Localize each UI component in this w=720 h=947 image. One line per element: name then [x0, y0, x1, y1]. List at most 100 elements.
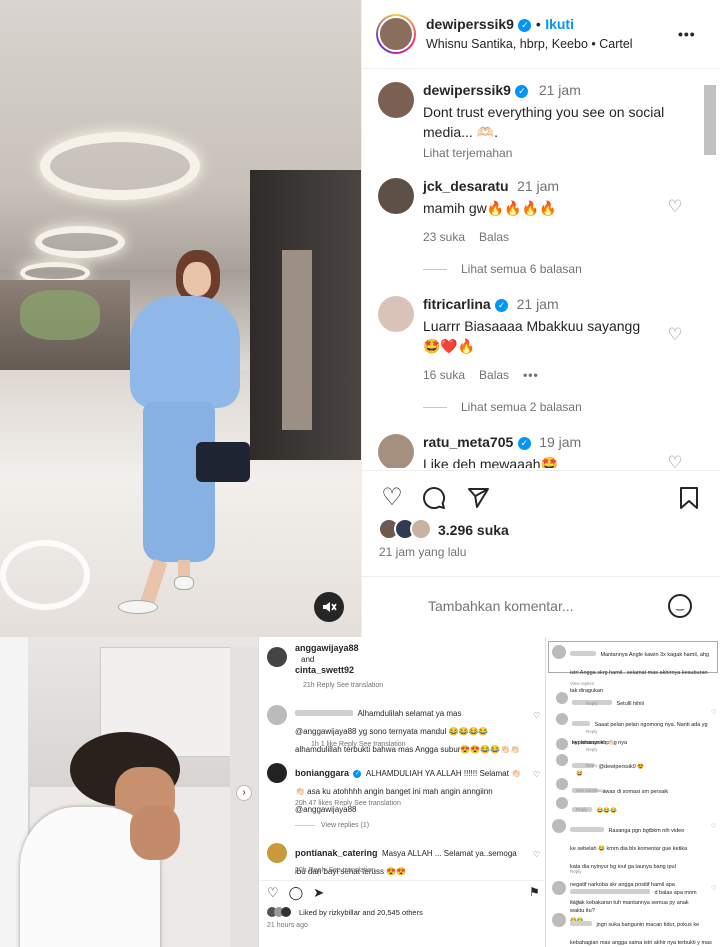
- chandelier: [40, 132, 200, 200]
- reply-button[interactable]: Balas: [479, 368, 509, 382]
- comment: bonianggara ✓ ALHAMDULIAH YA ALLAH !!!!!…: [295, 763, 525, 817]
- scrollbar-thumb[interactable]: [704, 85, 716, 155]
- comment-clip: ratu_meta705 ✓ 19 jam Like deh mewaaah🤩 …: [362, 430, 720, 468]
- post-location[interactable]: Whisnu Santika, hbrp, Keebo • Cartel: [426, 37, 633, 51]
- comment: Mantannya Angle kawin 3x kagak hamil, ah…: [570, 651, 709, 694]
- caption-username[interactable]: dewiperssik9: [423, 82, 511, 98]
- comment-meta: 1h 1 like Reply See translation: [311, 741, 406, 748]
- handbag: [196, 442, 250, 482]
- comment-text: Like deh mewaaah🤩: [423, 456, 558, 468]
- comment-like-heart-icon[interactable]: ♡: [666, 198, 684, 216]
- avatar: [556, 754, 568, 766]
- more-options-icon[interactable]: •••: [678, 26, 696, 42]
- divider: [362, 470, 720, 471]
- author-username[interactable]: dewiperssik9: [426, 16, 514, 32]
- like-heart-icon[interactable]: ♡: [533, 770, 540, 779]
- shoe: [174, 576, 194, 590]
- comment-text: mamih gw🔥🔥🔥🔥: [423, 200, 557, 216]
- comment-bubble-icon[interactable]: [422, 486, 446, 515]
- avatar: [552, 645, 566, 659]
- avatar: [556, 797, 568, 809]
- mute-button[interactable]: [314, 592, 344, 622]
- caption-avatar[interactable]: [378, 82, 414, 118]
- post-timestamp: 21 jam yang lalu: [379, 545, 467, 559]
- comment-username[interactable]: fitricarlina: [423, 296, 491, 312]
- post-panel: dewiperssik9 ✓ • Ikuti Whisnu Santika, h…: [361, 0, 720, 637]
- comment: d balas apa mom waktu itu?: [570, 889, 697, 914]
- like-heart-icon[interactable]: ♡: [267, 885, 279, 901]
- comment-avatar[interactable]: [378, 434, 414, 468]
- follow-button[interactable]: Ikuti: [545, 16, 574, 32]
- comment-time: 21 jam: [517, 178, 560, 194]
- comment-likes[interactable]: 23 suka: [423, 230, 465, 244]
- save-bookmark-icon[interactable]: ⚑: [529, 885, 540, 899]
- avatar: [267, 843, 287, 863]
- avatar: [267, 647, 287, 667]
- comment-meta: 20h 47 likes Reply See translation: [295, 800, 401, 807]
- divider: [362, 576, 720, 577]
- caption-time: 21 jam: [538, 82, 581, 98]
- comment-username[interactable]: jck_desaratu: [423, 178, 509, 194]
- post-video[interactable]: [0, 0, 361, 637]
- floor-reflection: [0, 540, 90, 610]
- avatar: [552, 913, 566, 927]
- comment-username[interactable]: ratu_meta705: [423, 434, 513, 450]
- verified-badge-icon: ✓: [515, 85, 529, 98]
- comment-likes[interactable]: 16 suka: [423, 368, 465, 382]
- comment-time: 21 jam: [516, 296, 559, 312]
- like-count[interactable]: 3.296 suka: [438, 522, 509, 538]
- comment-bubble-icon[interactable]: ◯: [289, 885, 304, 901]
- verified-badge-icon: ✓: [353, 770, 362, 778]
- like-heart-icon[interactable]: ♡: [533, 850, 540, 859]
- chandelier: [35, 226, 125, 258]
- avatar: [556, 713, 568, 725]
- share-send-icon[interactable]: ➤: [313, 885, 324, 901]
- comment-time: 19 jam: [539, 434, 582, 450]
- comments-screenshot: anggawijaya88 and cinta_swett92 21h Repl…: [258, 637, 545, 947]
- liked-by-text[interactable]: Liked by rizkybillar and 20,545 others: [299, 908, 423, 917]
- comments-screenshot-2: Mantannya Angle kawin 3x kagak hamil, ah…: [545, 637, 720, 947]
- save-bookmark-icon[interactable]: [678, 486, 700, 515]
- view-replies-button[interactable]: View replies (1): [295, 822, 369, 829]
- comment-like-heart-icon[interactable]: ♡: [666, 454, 684, 469]
- post-timestamp: 21 hours ago: [267, 922, 308, 929]
- comment: ratu_meta705 ✓ 19 jam Like deh mewaaah🤩: [423, 434, 683, 468]
- comment-avatar[interactable]: [378, 178, 414, 214]
- view-replies-button[interactable]: Lihat semua 2 balasan: [423, 400, 582, 414]
- see-translation-link[interactable]: Lihat terjemahan: [423, 146, 698, 160]
- caption: dewiperssik9 ✓ 21 jam Dont trust everyth…: [423, 82, 698, 160]
- verified-badge-icon: ✓: [518, 19, 532, 32]
- comment-username: pontianak_catering: [295, 848, 378, 858]
- verified-badge-icon: ✓: [495, 299, 509, 312]
- avatar: [556, 692, 568, 704]
- comment-avatar[interactable]: [378, 296, 414, 332]
- view-replies-button[interactable]: Lihat semua 6 balasan: [423, 262, 582, 276]
- add-comment-input[interactable]: [428, 594, 658, 618]
- like-heart-icon[interactable]: ♡: [378, 484, 406, 512]
- add-comment-row: [378, 592, 404, 618]
- plants: [20, 290, 100, 340]
- liker-avatars[interactable]: [378, 518, 432, 540]
- comment-more-icon[interactable]: •••: [523, 368, 539, 382]
- reply-button[interactable]: Balas: [479, 230, 509, 244]
- like-heart-icon[interactable]: ♡: [533, 711, 540, 720]
- avatar: [556, 738, 568, 750]
- chevron-right-icon[interactable]: ›: [236, 785, 252, 801]
- share-send-icon[interactable]: [466, 486, 490, 515]
- video-thumbnail[interactable]: ›: [0, 637, 258, 947]
- post-header: dewiperssik9 ✓ • Ikuti: [426, 16, 574, 32]
- comment: jck_desaratu 21 jam mamih gw🔥🔥🔥🔥 23 suka…: [423, 178, 683, 244]
- avatar: [267, 763, 287, 783]
- author-avatar[interactable]: [376, 14, 416, 54]
- divider: [362, 68, 720, 69]
- comment-meta: 21h Reply See translation: [303, 682, 384, 689]
- comment-like-heart-icon[interactable]: ♡: [666, 326, 684, 344]
- wall-niche: [282, 250, 312, 430]
- like-heart-icon[interactable]: ♡: [711, 823, 716, 830]
- liker-avatars: [267, 907, 291, 917]
- avatar: [267, 705, 287, 725]
- like-heart-icon[interactable]: ♡: [711, 709, 716, 716]
- emoji-icon[interactable]: ‿: [668, 594, 692, 618]
- like-heart-icon[interactable]: ♡: [711, 885, 716, 892]
- caption-text: Dont trust everything you see on social …: [423, 104, 665, 140]
